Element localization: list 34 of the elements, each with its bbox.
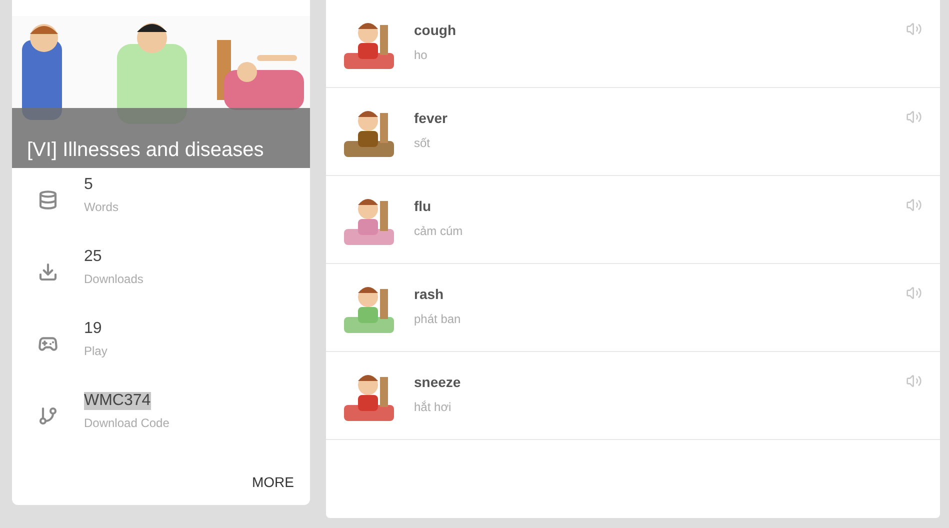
speaker-button[interactable] bbox=[906, 285, 922, 301]
speaker-button[interactable] bbox=[906, 373, 922, 389]
stat-label: Download Code bbox=[84, 416, 170, 430]
stat-value: WMC374 bbox=[84, 392, 151, 410]
download-icon bbox=[38, 262, 58, 282]
set-title: [VI] Illnesses and diseases bbox=[12, 108, 310, 168]
stat-value: 19 bbox=[84, 320, 102, 338]
stat-value: 5 bbox=[84, 176, 93, 194]
database-icon bbox=[38, 190, 58, 210]
word-meaning: hắt hơi bbox=[414, 400, 452, 414]
stat-label: Downloads bbox=[84, 272, 144, 286]
word-meaning: ho bbox=[414, 48, 428, 62]
speaker-button[interactable] bbox=[906, 21, 922, 37]
word-term: cough bbox=[414, 22, 457, 38]
branch-icon bbox=[38, 406, 58, 426]
stat-label: Words bbox=[84, 200, 118, 214]
word-meaning: sốt bbox=[414, 136, 432, 150]
speaker-icon bbox=[906, 21, 922, 37]
speaker-icon bbox=[906, 373, 922, 389]
word-meaning: phát ban bbox=[414, 312, 462, 326]
word-term: rash bbox=[414, 286, 445, 302]
gamepad-icon bbox=[38, 334, 58, 354]
speaker-icon bbox=[906, 285, 922, 301]
word-term: fever bbox=[414, 110, 448, 126]
word-term: flu bbox=[414, 198, 432, 214]
stat-value: 25 bbox=[84, 248, 102, 266]
more-link[interactable]: MORE bbox=[252, 474, 294, 490]
word-term: sneeze bbox=[414, 374, 462, 390]
speaker-button[interactable] bbox=[906, 197, 922, 213]
speaker-icon bbox=[906, 109, 922, 125]
speaker-button[interactable] bbox=[906, 109, 922, 125]
word-meaning: cảm cúm bbox=[414, 224, 464, 238]
speaker-icon bbox=[906, 197, 922, 213]
stat-label: Play bbox=[84, 344, 108, 358]
